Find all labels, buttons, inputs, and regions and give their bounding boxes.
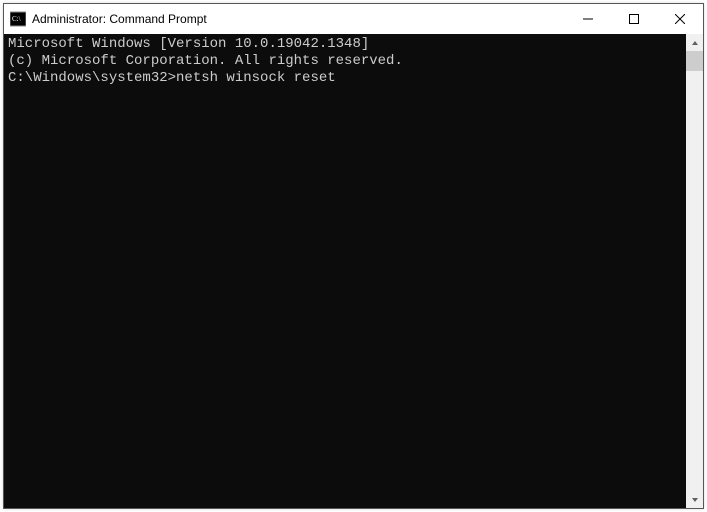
window-title: Administrator: Command Prompt	[32, 12, 565, 26]
titlebar[interactable]: C:\ Administrator: Command Prompt	[4, 4, 703, 34]
close-button[interactable]	[657, 4, 703, 34]
command-prompt-window: C:\ Administrator: Command Prompt Micros…	[3, 3, 704, 509]
client-area: Microsoft Windows [Version 10.0.19042.13…	[4, 34, 703, 508]
scroll-up-arrow-icon[interactable]	[686, 34, 703, 51]
scroll-down-arrow-icon[interactable]	[686, 491, 703, 508]
terminal-line: Microsoft Windows [Version 10.0.19042.13…	[8, 36, 686, 53]
terminal-line: C:\Windows\system32>netsh winsock reset	[8, 70, 686, 87]
window-controls	[565, 4, 703, 34]
terminal-line: (c) Microsoft Corporation. All rights re…	[8, 53, 686, 70]
cmd-icon: C:\	[10, 11, 26, 27]
minimize-button[interactable]	[565, 4, 611, 34]
scroll-thumb[interactable]	[686, 51, 703, 71]
maximize-button[interactable]	[611, 4, 657, 34]
svg-text:C:\: C:\	[12, 15, 21, 23]
vertical-scrollbar[interactable]	[686, 34, 703, 508]
terminal-output[interactable]: Microsoft Windows [Version 10.0.19042.13…	[4, 34, 686, 508]
